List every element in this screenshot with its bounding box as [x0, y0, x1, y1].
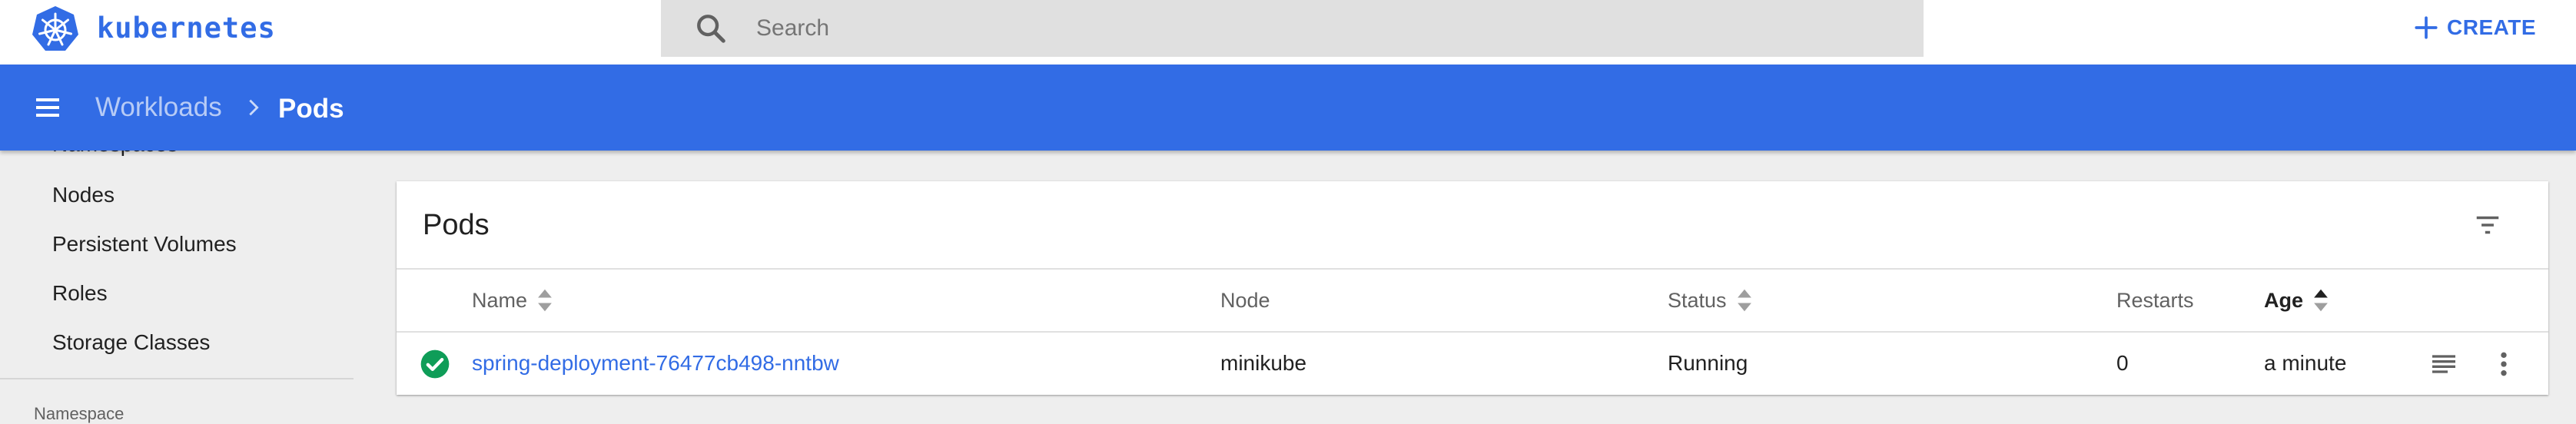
top-bar: kubernetes Search CREATE [0, 0, 2576, 65]
column-header-age[interactable]: Age [2264, 270, 2329, 331]
sort-icon [1737, 289, 1751, 312]
column-header-name[interactable]: Name [472, 270, 553, 331]
sidebar-divider [0, 378, 354, 379]
filter-icon[interactable] [2471, 210, 2504, 240]
brand-name[interactable]: kubernetes [97, 6, 276, 51]
column-header-node-label: Node [1220, 289, 1270, 312]
breadcrumb-workloads[interactable]: Workloads [95, 65, 222, 151]
pods-card: Pods Name Node Status Restarts Age sprin… [397, 181, 2548, 395]
plus-icon [2415, 16, 2438, 39]
header-divider [397, 268, 2548, 270]
sort-ascending-icon [2314, 289, 2328, 312]
sidebar-item-nodes[interactable]: Nodes [52, 183, 115, 207]
sidebar-item-roles[interactable]: Roles [52, 281, 108, 306]
column-header-restarts: Restarts [2116, 270, 2194, 331]
chevron-right-icon [249, 99, 259, 116]
create-button[interactable]: CREATE [2413, 9, 2536, 46]
sidebar-item-namespaces[interactable]: Namespaces [52, 151, 178, 157]
hamburger-menu-icon[interactable] [32, 92, 63, 123]
card-title: Pods [423, 209, 490, 241]
search-icon [697, 15, 725, 43]
logs-icon[interactable] [2428, 349, 2459, 379]
column-header-status-label: Status [1668, 289, 1727, 312]
column-header-name-label: Name [472, 289, 528, 312]
breadcrumb-toolbar: Workloads Pods [0, 65, 2576, 151]
pod-restarts: 0 [2116, 351, 2129, 375]
breadcrumb-pods: Pods [278, 94, 344, 124]
sort-icon [538, 289, 552, 312]
check-circle-icon [420, 349, 450, 379]
sidebar-item-storage-classes[interactable]: Storage Classes [52, 330, 210, 355]
kubernetes-logo-icon[interactable] [31, 5, 80, 54]
create-button-label: CREATE [2447, 15, 2537, 39]
pod-node: minikube [1220, 351, 1307, 375]
pod-status: Running [1668, 351, 1748, 375]
pod-name-link[interactable]: spring-deployment-76477cb498-nntbw [472, 333, 839, 394]
sidebar: Namespaces Nodes Persistent Volumes Role… [0, 151, 361, 424]
search-input[interactable]: Search [756, 0, 829, 57]
sidebar-namespace-label: Namespace [34, 404, 124, 423]
column-header-restarts-label: Restarts [2116, 289, 2194, 312]
column-header-status[interactable]: Status [1668, 270, 1753, 331]
column-header-node: Node [1220, 270, 1270, 331]
search-bar[interactable]: Search [661, 0, 1924, 57]
column-header-age-label: Age [2264, 289, 2304, 312]
sidebar-item-persistent-volumes[interactable]: Persistent Volumes [52, 232, 237, 257]
pod-age: a minute [2264, 351, 2347, 375]
more-vert-icon[interactable] [2488, 349, 2519, 379]
